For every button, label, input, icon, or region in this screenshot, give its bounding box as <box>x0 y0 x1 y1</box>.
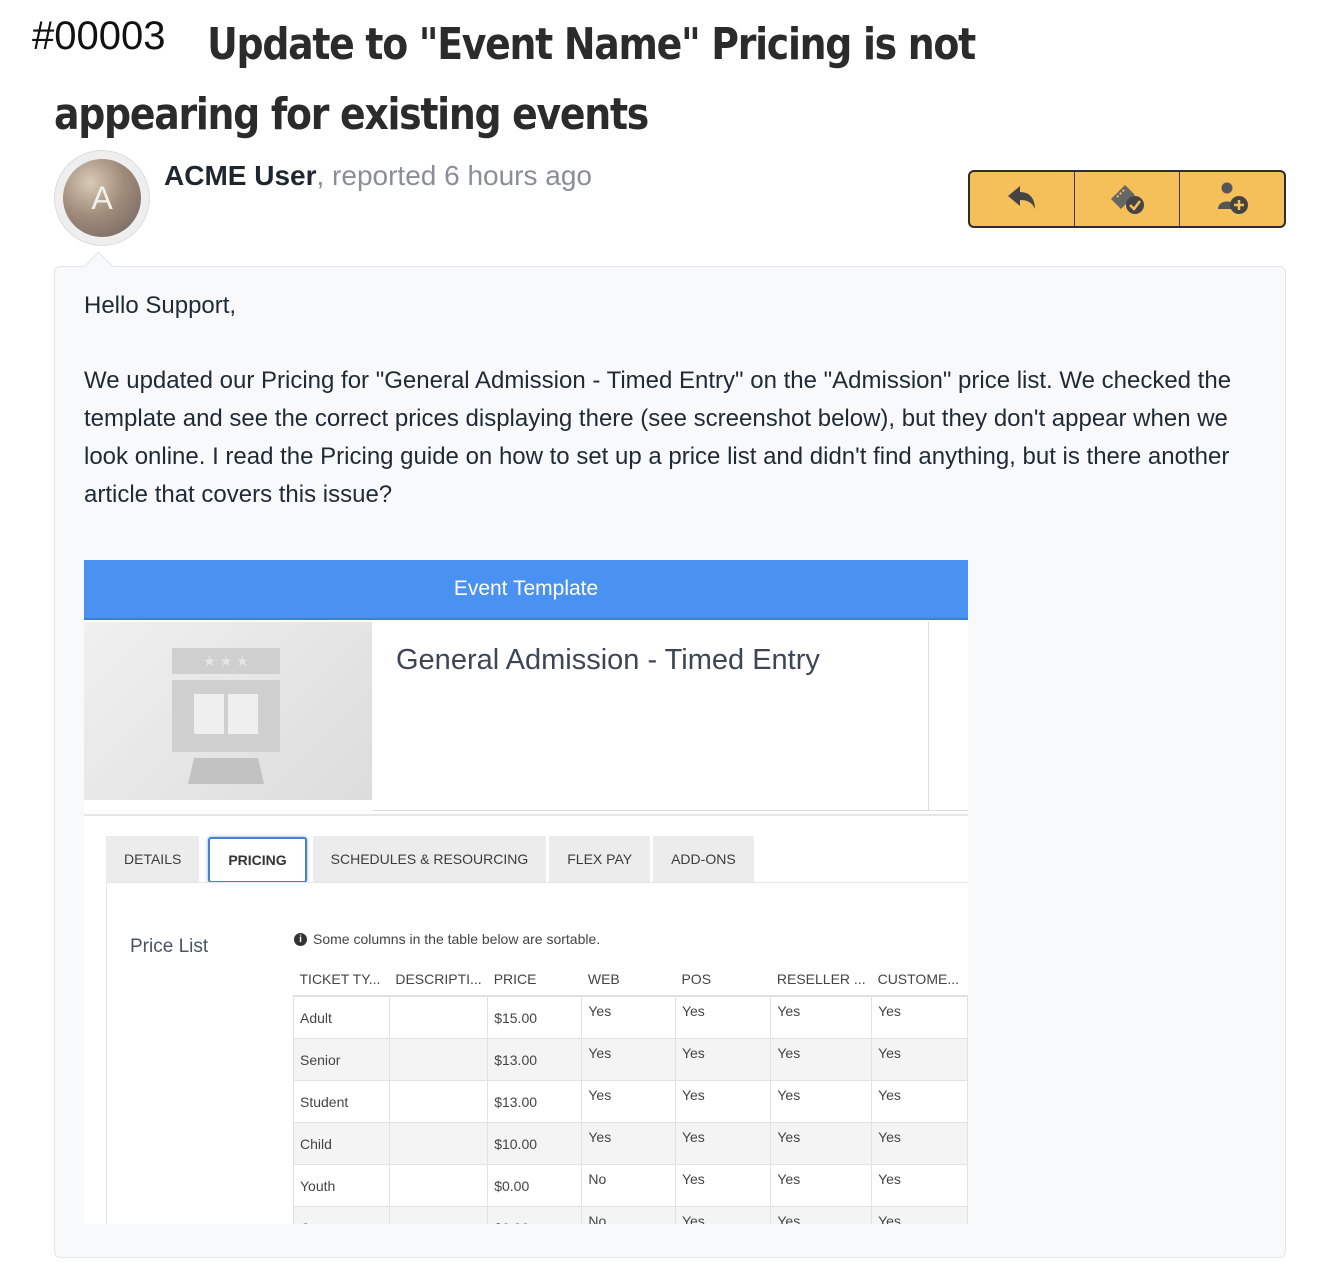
tab-add-ons[interactable]: ADD-ONS <box>653 836 754 882</box>
table-cell: $15.00 <box>487 995 583 1039</box>
table-cell: No <box>581 1164 676 1207</box>
sortable-note-text: Some columns in the table below are sort… <box>313 931 601 947</box>
event-image-placeholder: ★ ★ ★ <box>84 622 372 800</box>
table-cell: Student <box>293 1080 390 1123</box>
section-divider <box>84 814 968 816</box>
table-cell: $10.00 <box>487 1122 583 1165</box>
column-header[interactable]: TICKET TY... <box>293 963 390 997</box>
column-header[interactable]: WEB <box>581 963 676 997</box>
info-icon: i <box>294 932 307 946</box>
event-template-header: Event Template <box>84 560 968 620</box>
table-cell: Yes <box>674 995 772 1039</box>
ticket-actions <box>968 170 1286 228</box>
table-cell: Yes <box>770 1038 873 1081</box>
table-row[interactable]: Comp $0.00 No Yes Yes Yes <box>293 1206 968 1224</box>
add-user-button[interactable] <box>1180 172 1284 226</box>
table-row[interactable]: Senior $13.00 Yes Yes Yes Yes <box>293 1038 968 1081</box>
event-name: General Admission - Timed Entry <box>396 644 820 676</box>
table-cell: Yes <box>871 995 968 1039</box>
table-cell: $13.00 <box>487 1038 583 1081</box>
table-cell: Yes <box>581 995 676 1039</box>
table-cell: Yes <box>674 1080 772 1123</box>
hero-divider <box>928 622 929 810</box>
avatar-letter: A <box>63 159 141 237</box>
add-user-icon <box>1210 177 1254 222</box>
event-tabs: DETAILS PRICING SCHEDULES & RESOURCING F… <box>106 836 757 884</box>
table-cell <box>388 1164 489 1207</box>
table-cell <box>388 1122 489 1165</box>
ticket-booth-icon: ★ ★ ★ <box>172 648 282 793</box>
table-cell: Yes <box>581 1038 676 1081</box>
reply-icon <box>1002 177 1042 222</box>
svg-text:★ ★ ★: ★ ★ ★ <box>203 653 248 669</box>
table-cell: Comp <box>293 1206 390 1224</box>
table-cell: Yes <box>674 1164 772 1207</box>
table-cell: Yes <box>581 1122 676 1165</box>
table-cell: Senior <box>293 1038 390 1081</box>
hero-bottom-divider <box>372 810 968 811</box>
table-cell: Yes <box>871 1164 968 1207</box>
table-row[interactable]: Child $10.00 Yes Yes Yes Yes <box>293 1122 968 1165</box>
table-cell <box>388 995 489 1039</box>
table-header-row: TICKET TY... DESCRIPTI... PRICE WEB POS … <box>293 963 968 997</box>
table-cell: Yes <box>871 1038 968 1081</box>
table-cell: Yes <box>674 1122 772 1165</box>
ticket-title: Update to "Event Name" Pricing is not ap… <box>54 19 976 140</box>
tab-schedules-resourcing[interactable]: SCHEDULES & RESOURCING <box>312 836 547 882</box>
table-cell: No <box>581 1206 676 1224</box>
table-cell: Yes <box>674 1206 772 1224</box>
reporter-name[interactable]: ACME User <box>164 160 316 191</box>
table-row[interactable]: Student $13.00 Yes Yes Yes Yes <box>293 1080 968 1123</box>
column-header[interactable]: CUSTOME... <box>871 963 968 997</box>
table-cell: Youth <box>293 1164 390 1207</box>
table-cell: Yes <box>770 995 873 1039</box>
resolve-button[interactable] <box>1075 172 1180 226</box>
message-body: We updated our Pricing for "General Admi… <box>84 367 1232 508</box>
table-cell: $0.00 <box>487 1206 583 1224</box>
table-row[interactable]: Youth $0.00 No Yes Yes Yes <box>293 1164 968 1207</box>
embedded-screenshot: Event Template ★ ★ ★ General Admission -… <box>84 560 968 1224</box>
price-table: TICKET TY... DESCRIPTI... PRICE WEB POS … <box>293 963 968 1224</box>
table-cell <box>388 1206 489 1224</box>
table-cell: $13.00 <box>487 1080 583 1123</box>
table-cell <box>388 1038 489 1081</box>
column-header[interactable]: DESCRIPTI... <box>389 963 488 997</box>
table-cell: Yes <box>871 1206 968 1224</box>
table-cell <box>388 1080 489 1123</box>
table-cell: Yes <box>581 1080 676 1123</box>
table-cell: Yes <box>871 1080 968 1123</box>
reported-time: , reported 6 hours ago <box>316 160 592 191</box>
reply-button[interactable] <box>970 172 1075 226</box>
table-cell: Adult <box>293 995 390 1039</box>
column-header[interactable]: RESELLER ... <box>770 963 872 997</box>
table-cell: Yes <box>674 1038 772 1081</box>
table-cell: Yes <box>770 1122 873 1165</box>
sortable-note: i Some columns in the table below are so… <box>294 931 600 947</box>
avatar[interactable]: A <box>54 150 150 246</box>
column-header[interactable]: PRICE <box>487 963 582 997</box>
message-greeting: Hello Support, <box>84 292 237 319</box>
table-cell: Child <box>293 1122 390 1165</box>
table-cell: Yes <box>770 1206 873 1224</box>
table-cell: Yes <box>770 1164 873 1207</box>
tab-pricing[interactable]: PRICING <box>208 837 307 883</box>
table-cell: $0.00 <box>487 1164 583 1207</box>
table-row[interactable]: Adult $15.00 Yes Yes Yes Yes <box>293 995 968 1039</box>
column-header[interactable]: POS <box>675 963 771 997</box>
table-cell: Yes <box>871 1122 968 1165</box>
table-cell: Yes <box>770 1080 873 1123</box>
tab-flex-pay[interactable]: FLEX PAY <box>549 836 651 882</box>
resolve-ticket-icon <box>1105 177 1149 222</box>
reporter-line: ACME User, reported 6 hours ago <box>164 160 592 192</box>
price-list-label: Price List <box>130 936 209 957</box>
tab-details[interactable]: DETAILS <box>106 836 200 882</box>
